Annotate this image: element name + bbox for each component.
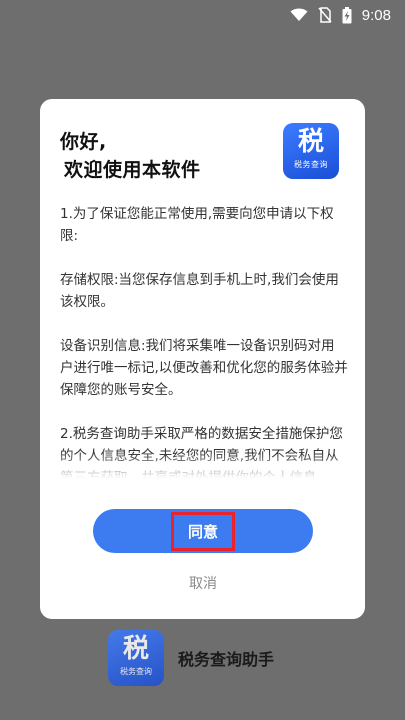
permission-dialog: 你好, 欢迎使用本软件 税 税务查询 1.为了保证您能正常使用,需要向您申请以下… <box>40 99 365 619</box>
dialog-header: 你好, 欢迎使用本软件 税 税务查询 <box>60 123 345 193</box>
app-logo-icon: 税 税务查询 <box>108 630 164 686</box>
permission-text-scroll[interactable]: 1.为了保证您能正常使用,需要向您申请以下权限: 存储权限:当您保存信息到手机上… <box>60 203 348 483</box>
cancel-button[interactable]: 取消 <box>163 571 243 595</box>
permission-paragraph: 设备识别信息:我们将采集唯一设备识别码对用户进行唯一标记,以便改善和优化您的服务… <box>60 338 348 398</box>
no-sim-icon <box>318 7 332 23</box>
wifi-icon <box>290 8 308 22</box>
permission-paragraph: 1.为了保证您能正常使用,需要向您申请以下权限: <box>60 206 334 244</box>
scroll-fade <box>60 453 348 483</box>
status-time: 9:08 <box>361 6 391 24</box>
app-logo-icon: 税 税务查询 <box>283 123 339 179</box>
greeting-title: 你好, <box>60 131 107 153</box>
agree-label: 同意 <box>170 511 235 551</box>
battery-charging-icon <box>342 6 352 24</box>
logo-subtitle: 税务查询 <box>294 160 328 169</box>
agree-button[interactable]: 同意 <box>93 509 313 553</box>
logo-subtitle: 税务查询 <box>120 667 152 676</box>
app-name: 税务查询助手 <box>178 650 275 669</box>
greeting-subtitle: 欢迎使用本软件 <box>64 159 201 181</box>
splash-brand: 税 税务查询 税务查询助手 <box>108 628 274 688</box>
logo-character: 税 <box>122 634 149 664</box>
status-bar: 9:08 <box>0 0 405 30</box>
logo-character: 税 <box>297 127 324 157</box>
permission-paragraph: 存储权限:当您保存信息到手机上时,我们会使用该权限。 <box>60 272 339 310</box>
